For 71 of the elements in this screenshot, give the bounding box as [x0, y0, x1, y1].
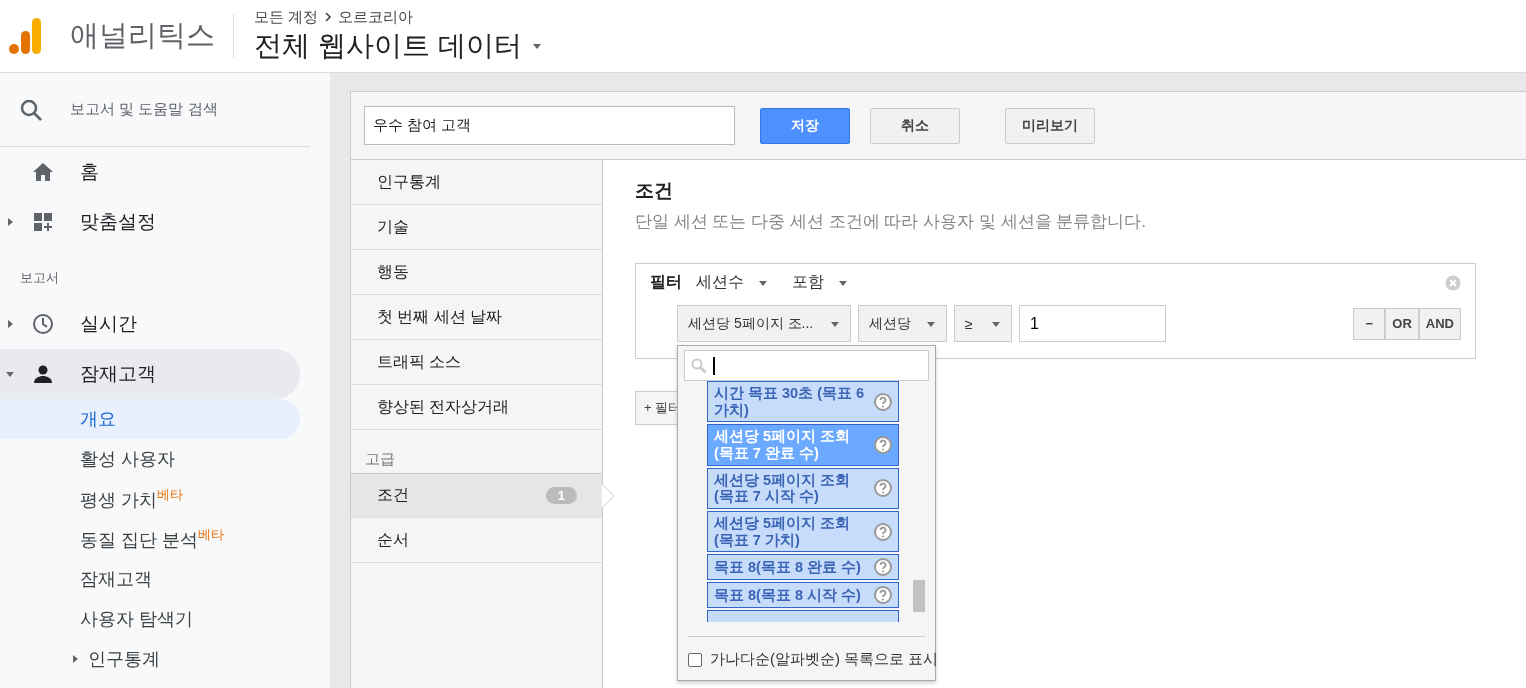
- logic-button[interactable]: AND: [1418, 307, 1461, 340]
- category-tab[interactable]: 순서: [351, 518, 602, 563]
- checkbox[interactable]: [688, 652, 702, 667]
- nav-subitem[interactable]: 개요: [0, 399, 300, 439]
- per-dropdown[interactable]: 세션당: [858, 305, 947, 342]
- nav-subitem[interactable]: 인구통계: [0, 639, 300, 679]
- dropdown-option[interactable]: 목표 8(목표 8 시작 수): [707, 582, 899, 609]
- nav-item[interactable]: 맞춤설정: [0, 197, 300, 247]
- count-badge: 1: [545, 487, 577, 504]
- section-label: 보고서: [19, 269, 60, 287]
- metric-dropdown[interactable]: 세션당 5페이지 조...: [677, 305, 851, 342]
- nav-subitem[interactable]: 사용자 탐색기: [0, 599, 300, 639]
- help-icon[interactable]: [874, 558, 892, 577]
- category-tab[interactable]: 향상된 전자상거래: [351, 385, 602, 430]
- toolbar-button[interactable]: 취소: [870, 107, 960, 144]
- dropdown-option[interactable]: [707, 610, 899, 623]
- breadcrumb-link[interactable]: 오르코리아: [338, 7, 414, 27]
- category-tab[interactable]: 인구통계: [351, 160, 602, 205]
- nav-subitem[interactable]: 활성 사용자: [0, 439, 300, 479]
- dropdown-search-field[interactable]: [684, 350, 929, 381]
- category-tab[interactable]: 행동: [351, 250, 602, 295]
- segment-name-field[interactable]: 우수 참여 고객: [364, 106, 735, 145]
- dashboard-icon: [33, 212, 53, 232]
- logo-icon: [8, 17, 42, 55]
- category-tab[interactable]: 첫 번째 세션 날짜: [351, 295, 602, 340]
- caret-icon: [5, 217, 15, 227]
- help-icon[interactable]: [874, 522, 892, 541]
- nav-item[interactable]: 홈: [0, 147, 300, 197]
- category-tab[interactable]: 트래픽 소스: [351, 340, 602, 385]
- group-label: 고급: [364, 449, 396, 469]
- dropdown-option[interactable]: 목표 8(목표 8 완료 수): [707, 554, 899, 581]
- category-tab[interactable]: 조건 1: [351, 473, 602, 518]
- close-icon[interactable]: [1445, 274, 1461, 291]
- filter-label: 필터: [650, 272, 682, 292]
- logic-button[interactable]: OR: [1385, 307, 1419, 340]
- scrollbar-thumb[interactable]: [913, 580, 925, 612]
- search-field[interactable]: 보고서 및 도움말 검색: [70, 100, 218, 119]
- toolbar-button[interactable]: 미리보기: [1005, 107, 1095, 144]
- clock-icon: [32, 313, 54, 335]
- value-field[interactable]: 1: [1019, 305, 1166, 342]
- help-icon[interactable]: [874, 392, 892, 411]
- help-icon[interactable]: [874, 436, 892, 454]
- search-icon[interactable]: [20, 98, 42, 121]
- person-icon: [33, 364, 53, 384]
- caret-icon: [70, 654, 80, 664]
- caret-icon: [5, 319, 15, 329]
- caret-icon: [5, 369, 15, 379]
- nav-subitem[interactable]: 평생 가치$^{베타}$: [0, 479, 300, 519]
- nav-subitem[interactable]: 잠재고객: [0, 559, 300, 599]
- view-selector[interactable]: 전체 웹사이트 데이터: [254, 26, 542, 65]
- nav-item[interactable]: 실시간: [0, 299, 300, 349]
- dropdown-option[interactable]: 세션당 5페이지 조회 (목표 7 가치): [707, 511, 899, 553]
- scope-dropdown[interactable]: 세션수: [696, 272, 778, 293]
- mode-dropdown[interactable]: 포함: [792, 272, 858, 293]
- dropdown-option[interactable]: 세션당 5페이지 조회 (목표 7 시작 수): [707, 467, 899, 510]
- nav-subitem[interactable]: 동질 집단 분석$^{베타}$: [0, 519, 300, 559]
- app-name: 애널리틱스: [70, 18, 216, 53]
- section-title: 조건: [635, 179, 674, 203]
- category-tab[interactable]: 기술: [351, 205, 602, 250]
- help-icon[interactable]: [874, 586, 892, 605]
- dropdown-option[interactable]: 시간 목표 30초 (목표 6 가치): [707, 381, 899, 423]
- logic-button[interactable]: −: [1353, 307, 1386, 340]
- breadcrumb-link[interactable]: 모든 계정: [254, 7, 319, 27]
- home-icon: [32, 162, 54, 182]
- nav-item[interactable]: 잠재고객: [0, 349, 300, 399]
- checkbox-label[interactable]: 가나다순(알파벳순) 목록으로 표시: [710, 650, 939, 669]
- help-icon[interactable]: [874, 479, 892, 498]
- search-icon: [691, 357, 707, 374]
- section-description: 단일 세션 또는 다중 세션 조건에 따라 사용자 및 세션을 분류합니다.: [635, 211, 1147, 233]
- chevron-icon: [324, 12, 333, 22]
- operator-dropdown[interactable]: ≥: [954, 305, 1012, 342]
